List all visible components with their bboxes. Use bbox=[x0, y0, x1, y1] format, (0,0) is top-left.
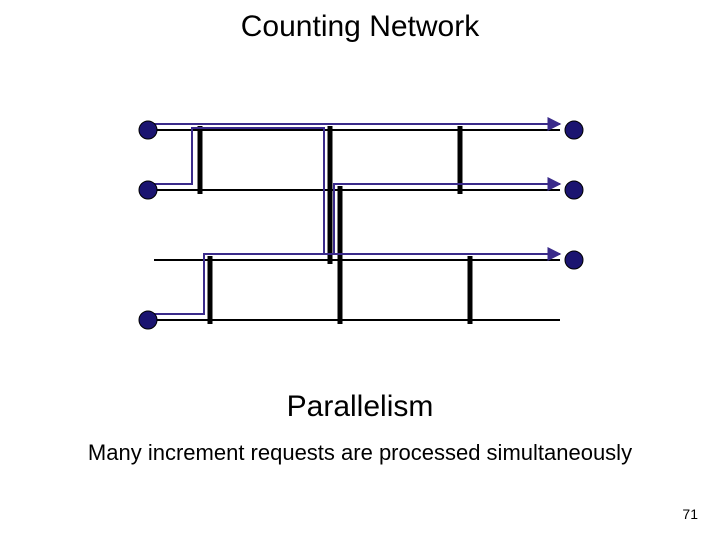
caption-text: Many increment requests are processed si… bbox=[0, 440, 720, 466]
section-subtitle: Parallelism bbox=[0, 390, 720, 424]
token bbox=[565, 121, 583, 139]
token bbox=[139, 311, 157, 329]
page-title: Counting Network bbox=[0, 10, 720, 44]
token bbox=[139, 181, 157, 199]
input-tokens bbox=[139, 121, 157, 329]
paths bbox=[154, 124, 560, 314]
token bbox=[565, 251, 583, 269]
counting-network-diagram bbox=[130, 110, 590, 350]
output-tokens bbox=[565, 121, 583, 269]
page-number: 71 bbox=[682, 506, 698, 522]
path-2 bbox=[154, 184, 560, 314]
token bbox=[139, 121, 157, 139]
wires bbox=[154, 130, 560, 320]
token bbox=[565, 181, 583, 199]
